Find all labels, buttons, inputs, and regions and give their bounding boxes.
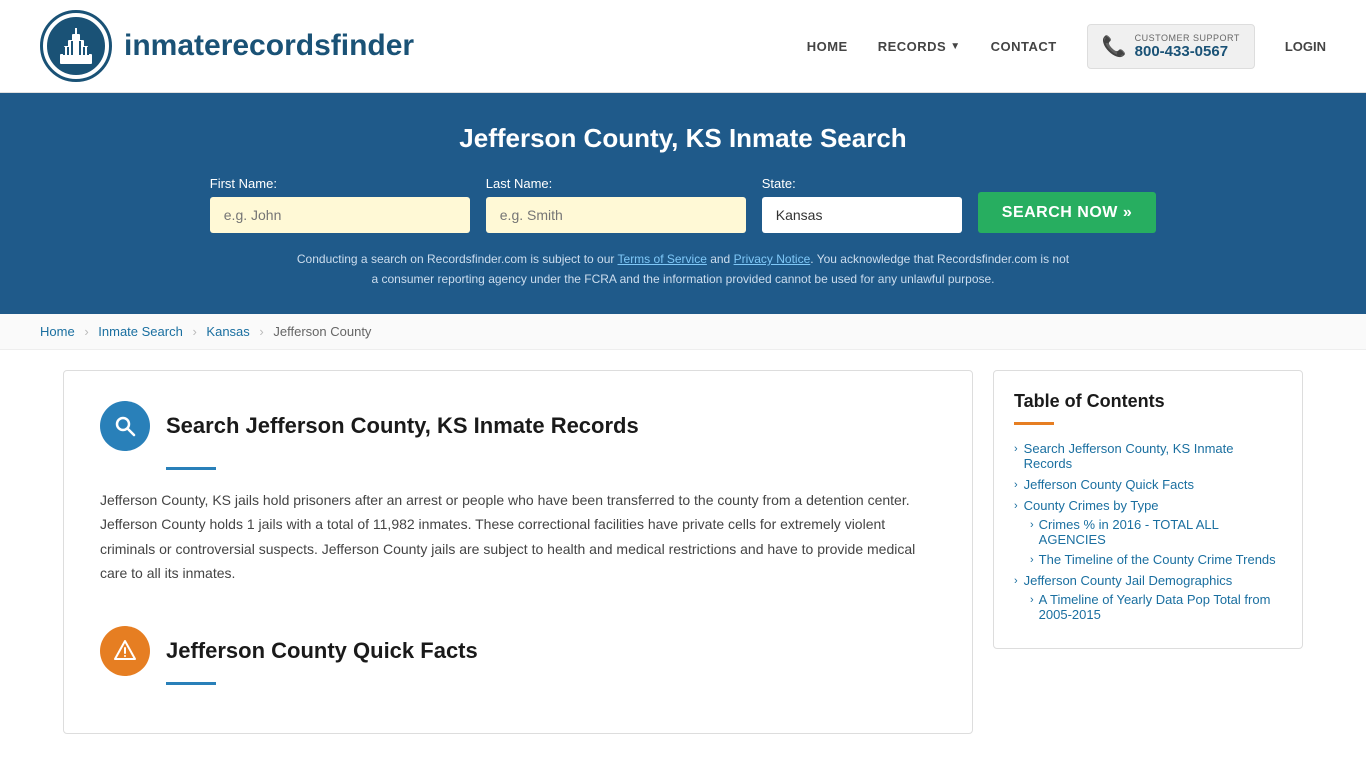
support-label: CUSTOMER SUPPORT [1135, 33, 1240, 43]
search-form: First Name: Last Name: State: SEARCH NOW… [40, 176, 1326, 233]
section1-body: Jefferson County, KS jails hold prisoner… [100, 488, 936, 586]
toc-link-jail-demographics[interactable]: › Jefferson County Jail Demographics [1014, 573, 1282, 588]
toc-item-search: › Search Jefferson County, KS Inmate Rec… [1014, 441, 1282, 471]
state-input[interactable] [762, 197, 962, 233]
toc-title: Table of Contents [1014, 391, 1282, 412]
section1-divider [166, 467, 216, 470]
toc-link-yearly-data[interactable]: › A Timeline of Yearly Data Pop Total fr… [1030, 592, 1282, 622]
main-content: Search Jefferson County, KS Inmate Recor… [43, 370, 1323, 734]
nav-contact[interactable]: CONTACT [991, 39, 1057, 54]
toc-sub-crimes: › Crimes % in 2016 - TOTAL ALL AGENCIES … [1014, 517, 1282, 567]
toc-sub-item-yearly-data: › A Timeline of Yearly Data Pop Total fr… [1030, 592, 1282, 622]
nav-home[interactable]: HOME [807, 39, 848, 54]
toc-link-county-crime-trends[interactable]: › The Timeline of the County Crime Trend… [1030, 552, 1282, 567]
section2-header: Jefferson County Quick Facts [100, 626, 936, 676]
search-section-icon [100, 401, 150, 451]
breadcrumb-inmate-search[interactable]: Inmate Search [98, 324, 183, 339]
breadcrumb-kansas[interactable]: Kansas [206, 324, 249, 339]
first-name-input[interactable] [210, 197, 470, 233]
breadcrumb-sep-1: › [84, 324, 88, 339]
tos-link[interactable]: Terms of Service [618, 252, 707, 266]
chevron-down-icon: ▼ [950, 41, 960, 52]
main-nav: HOME RECORDS ▼ CONTACT 📞 CUSTOMER SUPPOR… [807, 24, 1326, 69]
hero-disclaimer: Conducting a search on Recordsfinder.com… [293, 249, 1073, 290]
search-button[interactable]: SEARCH NOW » [978, 192, 1156, 233]
breadcrumb: Home › Inmate Search › Kansas › Jefferso… [0, 314, 1366, 350]
breadcrumb-sep-3: › [259, 324, 263, 339]
nav-records[interactable]: RECORDS ▼ [878, 39, 961, 54]
quick-facts-icon [100, 626, 150, 676]
customer-support: 📞 CUSTOMER SUPPORT 800-433-0567 [1087, 24, 1255, 69]
logo-text: inmaterecordsfinder [124, 29, 414, 63]
toc-link-crimes-2016[interactable]: › Crimes % in 2016 - TOTAL ALL AGENCIES [1030, 517, 1282, 547]
chevron-right-icon: › [1014, 443, 1018, 455]
state-group: State: [762, 176, 962, 233]
toc-list: › Search Jefferson County, KS Inmate Rec… [1014, 441, 1282, 622]
toc-sub-item-county-crime-trends: › The Timeline of the County Crime Trend… [1030, 552, 1282, 567]
nav-login[interactable]: LOGIN [1285, 39, 1326, 54]
breadcrumb-home[interactable]: Home [40, 324, 75, 339]
chevron-right-icon: › [1014, 479, 1018, 491]
toc-link-quick-facts[interactable]: › Jefferson County Quick Facts [1014, 477, 1282, 492]
privacy-link[interactable]: Privacy Notice [734, 252, 811, 266]
section1-title: Search Jefferson County, KS Inmate Recor… [166, 413, 639, 439]
section-inmate-records: Search Jefferson County, KS Inmate Recor… [100, 401, 936, 586]
breadcrumb-jefferson-county: Jefferson County [273, 324, 371, 339]
section2-title: Jefferson County Quick Facts [166, 638, 478, 664]
toc-sub-item-crimes-2016: › Crimes % in 2016 - TOTAL ALL AGENCIES [1030, 517, 1282, 547]
section2-divider [166, 682, 216, 685]
chevron-right-icon: › [1014, 575, 1018, 587]
section-quick-facts: Jefferson County Quick Facts [100, 626, 936, 685]
toc-item-county-crimes: › County Crimes by Type › Crimes % in 20… [1014, 498, 1282, 567]
toc-item-quick-facts: › Jefferson County Quick Facts [1014, 477, 1282, 492]
header: inmaterecordsfinder HOME RECORDS ▼ CONTA… [0, 0, 1366, 93]
chevron-right-icon: › [1030, 519, 1034, 531]
last-name-label: Last Name: [486, 176, 552, 191]
phone-icon: 📞 [1102, 34, 1127, 59]
first-name-label: First Name: [210, 176, 277, 191]
logo-icon [40, 10, 112, 82]
hero-section: Jefferson County, KS Inmate Search First… [0, 93, 1366, 314]
content-column: Search Jefferson County, KS Inmate Recor… [63, 370, 973, 734]
last-name-group: Last Name: [486, 176, 746, 233]
section1-header: Search Jefferson County, KS Inmate Recor… [100, 401, 936, 451]
toc-item-jail-demographics: › Jefferson County Jail Demographics › A… [1014, 573, 1282, 622]
last-name-input[interactable] [486, 197, 746, 233]
state-label: State: [762, 176, 796, 191]
support-phone: 800-433-0567 [1135, 43, 1240, 60]
toc-box: Table of Contents › Search Jefferson Cou… [993, 370, 1303, 649]
toc-link-search[interactable]: › Search Jefferson County, KS Inmate Rec… [1014, 441, 1282, 471]
hero-title: Jefferson County, KS Inmate Search [40, 123, 1326, 154]
toc-divider [1014, 422, 1054, 425]
breadcrumb-sep-2: › [192, 324, 196, 339]
chevron-right-icon: › [1030, 554, 1034, 566]
toc-sub-demographics: › A Timeline of Yearly Data Pop Total fr… [1014, 592, 1282, 622]
first-name-group: First Name: [210, 176, 470, 233]
toc-link-county-crimes[interactable]: › County Crimes by Type [1014, 498, 1282, 513]
chevron-right-icon: › [1030, 594, 1034, 606]
logo-area: inmaterecordsfinder [40, 10, 414, 82]
sidebar: Table of Contents › Search Jefferson Cou… [993, 370, 1303, 734]
chevron-right-icon: › [1014, 500, 1018, 512]
